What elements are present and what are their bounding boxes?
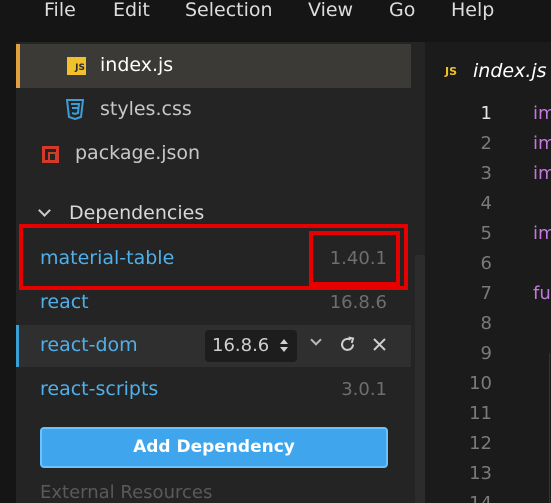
dependency-version: 3.0.1 xyxy=(341,379,387,400)
chevron-down-icon xyxy=(38,204,51,217)
js-icon: JS xyxy=(67,57,86,75)
sidebar-scrollbar[interactable] xyxy=(415,255,425,503)
line-number-gutter: 1 2 3 4 5 6 7 8 9 10 11 12 13 14 xyxy=(425,98,520,503)
dependency-row-react-dom[interactable]: react-dom 16.8.6 xyxy=(16,325,411,367)
npm-icon xyxy=(42,146,59,163)
dependency-name: react-dom xyxy=(40,334,138,356)
line-number: 8 xyxy=(480,313,492,334)
code-line: im xyxy=(533,133,551,154)
line-number: 5 xyxy=(480,223,492,244)
menu-view[interactable]: View xyxy=(308,0,353,20)
version-select-value: 16.8.6 xyxy=(212,335,270,356)
line-number: 9 xyxy=(480,343,492,364)
menu-selection[interactable]: Selection xyxy=(185,0,273,20)
section-title: Dependencies xyxy=(69,202,205,224)
menu-help[interactable]: Help xyxy=(451,0,494,20)
code-line: fu xyxy=(533,283,551,304)
menu-edit[interactable]: Edit xyxy=(113,0,150,20)
menu-file[interactable]: File xyxy=(44,0,76,20)
code-line: im xyxy=(533,163,551,184)
menu-bar: File Edit Selection View Go Help xyxy=(0,0,551,42)
line-number: 13 xyxy=(469,463,492,484)
line-number: 14 xyxy=(452,493,492,503)
line-number: 2 xyxy=(480,133,492,154)
file-item-index-js[interactable]: JS index.js xyxy=(16,44,411,88)
file-label: index.js xyxy=(100,54,174,76)
line-number: 3 xyxy=(480,163,492,184)
dependency-name: react-scripts xyxy=(40,378,159,400)
tab-label: index.js xyxy=(473,60,547,82)
js-icon: JS xyxy=(445,65,458,78)
chevron-down-icon[interactable] xyxy=(310,334,322,346)
close-icon[interactable] xyxy=(371,336,388,353)
line-number: 10 xyxy=(469,373,492,394)
sidebar-edge xyxy=(0,42,16,503)
file-item-package-json[interactable]: package.json xyxy=(16,132,411,176)
line-number: 11 xyxy=(469,403,492,424)
tab-index-js[interactable]: JS index.js xyxy=(425,42,551,98)
dependency-version: 16.8.6 xyxy=(329,292,387,313)
line-number: 1 xyxy=(480,103,492,124)
highlight-box-version xyxy=(309,231,400,286)
code-line: im xyxy=(533,103,551,124)
file-label: styles.css xyxy=(100,98,192,120)
line-number: 7 xyxy=(480,283,492,304)
editor: JS index.js 1 2 3 4 5 6 7 8 9 10 11 12 1… xyxy=(425,42,551,503)
dependency-row-react-scripts[interactable]: react-scripts 3.0.1 xyxy=(16,369,411,411)
external-resources-header[interactable]: External Resources xyxy=(40,482,212,503)
css3-icon xyxy=(66,99,84,120)
menu-go[interactable]: Go xyxy=(389,0,415,20)
refresh-icon[interactable] xyxy=(339,336,356,353)
dependency-name: react xyxy=(40,291,89,313)
code-line: im xyxy=(533,223,551,244)
file-item-styles-css[interactable]: styles.css xyxy=(16,88,411,132)
add-dependency-button[interactable]: Add Dependency xyxy=(40,427,388,468)
file-label: package.json xyxy=(75,142,201,164)
code-area[interactable]: im im im im fu xyxy=(520,98,551,503)
line-number: 6 xyxy=(480,253,492,274)
line-number: 4 xyxy=(480,193,492,214)
updown-arrows-icon xyxy=(280,339,288,353)
line-number: 12 xyxy=(469,433,492,454)
indent-guide xyxy=(549,353,550,503)
version-select[interactable]: 16.8.6 xyxy=(205,330,297,362)
